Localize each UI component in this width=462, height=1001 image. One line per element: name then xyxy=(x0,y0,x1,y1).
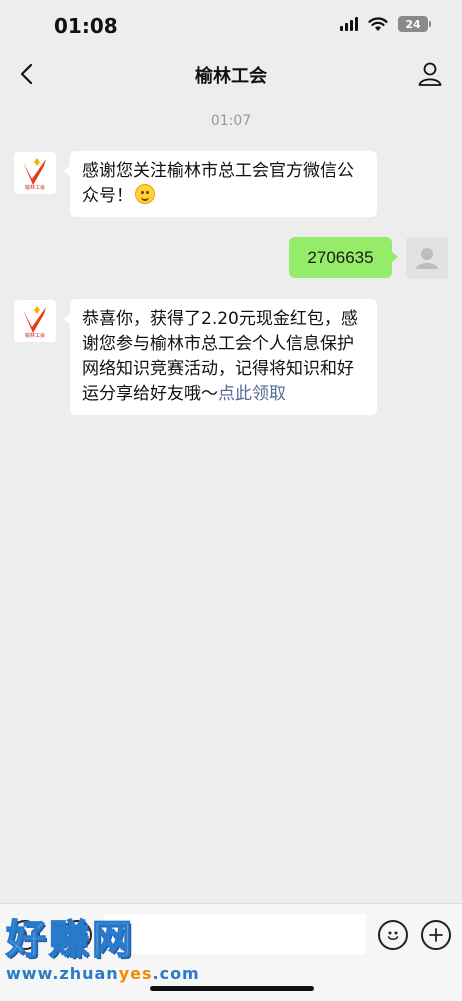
home-indicator xyxy=(150,986,314,991)
emoji-icon xyxy=(387,931,399,941)
watermark-url: www.zhuanyes.com xyxy=(6,964,200,983)
cellular-signal-icon xyxy=(340,17,358,31)
status-bar: 01:08 24 xyxy=(0,0,462,52)
message-text: 2706635 xyxy=(307,248,374,267)
status-icons: 24 xyxy=(340,16,431,32)
sender-avatar[interactable]: 榆林工会 xyxy=(14,152,56,194)
battery-icon: 24 xyxy=(398,16,431,32)
message-bubble[interactable]: 恭喜你，获得了2.20元现金红包，感谢您参与榆林市总工会个人信息保护网络知识竞赛… xyxy=(64,299,377,415)
status-time: 01:08 xyxy=(54,14,118,38)
smile-emoji-icon xyxy=(135,184,155,204)
profile-icon[interactable] xyxy=(416,60,444,88)
more-button[interactable] xyxy=(421,920,451,950)
sender-avatar[interactable]: 榆林工会 xyxy=(14,300,56,342)
watermark: 好赚网 www.zhuanyes.com xyxy=(5,917,200,988)
wifi-icon xyxy=(368,16,388,31)
message-timestamp: 01:07 xyxy=(210,113,252,129)
union-logo-icon: 榆林工会 xyxy=(14,300,56,342)
claim-link[interactable]: 点此领取 xyxy=(218,384,286,404)
default-user-icon xyxy=(406,237,448,279)
nav-bar: 榆林工会 xyxy=(0,52,462,98)
logo-text: 榆林工会 xyxy=(25,184,45,191)
chat-title: 榆林工会 xyxy=(195,66,267,87)
plus-icon xyxy=(429,928,443,942)
message-bubble[interactable]: 感谢您关注榆林市总工会官方微信公众号！ xyxy=(64,151,377,217)
emoji-button[interactable] xyxy=(378,920,408,950)
message-text: 感谢您关注榆林市总工会官方微信公众号！ xyxy=(82,161,354,206)
own-avatar[interactable] xyxy=(406,237,448,279)
union-logo-icon: 榆林工会 xyxy=(14,152,56,194)
own-message-bubble[interactable]: 2706635 xyxy=(289,237,398,278)
logo-text: 榆林工会 xyxy=(25,332,45,339)
watermark-title: 好赚网 xyxy=(5,917,135,963)
